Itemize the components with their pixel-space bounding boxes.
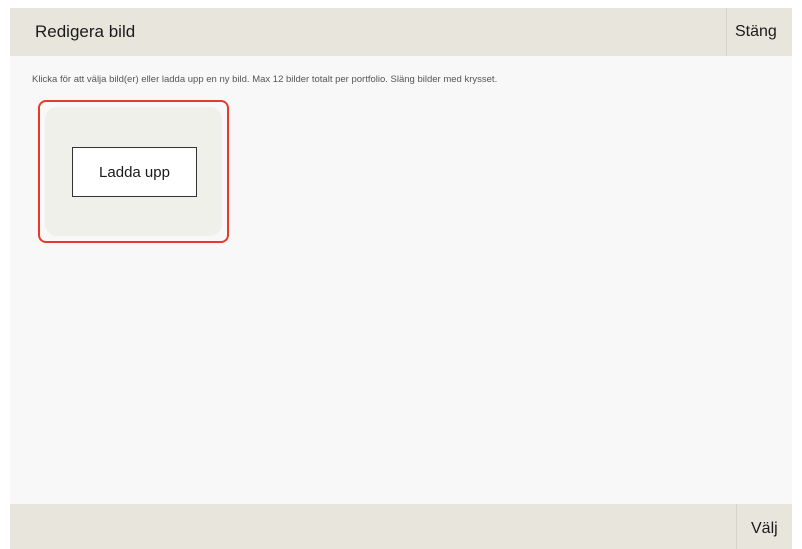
close-button[interactable]: Stäng: [727, 8, 792, 56]
upload-button[interactable]: Ladda upp: [72, 147, 197, 197]
modal-title: Redigera bild: [35, 22, 136, 41]
select-button[interactable]: Välj: [737, 504, 792, 549]
modal-footer: Välj: [10, 504, 792, 549]
instructions-text: Klicka för att välja bild(er) eller ladd…: [32, 74, 498, 85]
edit-image-modal: Redigera bild Stäng Klicka för att välja…: [10, 8, 792, 549]
modal-header: Redigera bild Stäng: [10, 8, 792, 56]
